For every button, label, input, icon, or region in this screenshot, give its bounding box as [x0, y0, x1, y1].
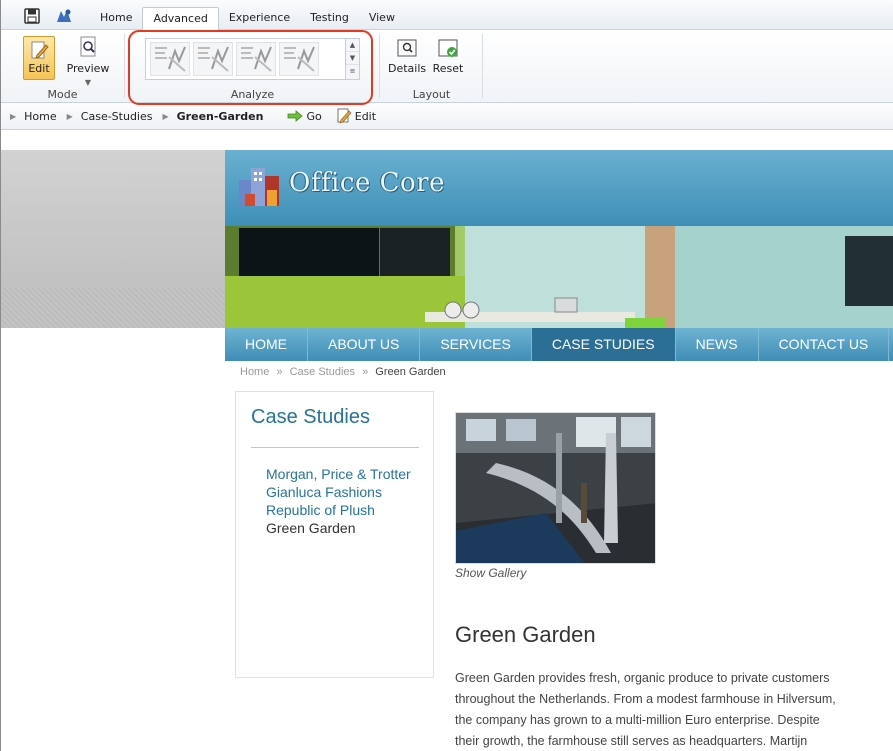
tab-home[interactable]: Home: [90, 7, 142, 30]
office-core-logo-icon: [239, 168, 279, 206]
edit-item-icon: [337, 108, 352, 124]
analyze-thumbnail-3[interactable]: [236, 42, 276, 76]
crumb-case-studies[interactable]: Case-Studies: [81, 110, 153, 123]
body-line: Green Garden provides fresh, organic pro…: [455, 671, 830, 685]
nav-contact-us[interactable]: CONTACT US: [759, 328, 890, 361]
site-main-nav: HOME ABOUT US SERVICES CASE STUDIES NEWS…: [225, 328, 893, 361]
edit-pencil-icon: [29, 40, 49, 60]
nav-services[interactable]: SERVICES: [420, 328, 532, 361]
go-button[interactable]: Go: [287, 109, 322, 123]
site-breadcrumb: Home » Case Studies » Green Garden: [240, 366, 446, 378]
analyze-group: ▲ ▼ ≡ Analyze: [125, 30, 380, 103]
gallery-expand-icon[interactable]: ≡: [346, 65, 359, 78]
edit-label: Edit: [28, 62, 50, 75]
details-magnifier-icon: [396, 36, 418, 60]
edit-mode-button[interactable]: Edit: [23, 36, 55, 80]
mode-group-label: Mode: [47, 88, 78, 101]
sidebar-list: Morgan, Price & Trotter Gianluca Fashion…: [266, 465, 411, 537]
reset-check-icon: [437, 36, 459, 60]
go-arrow-icon: [288, 110, 304, 122]
gallery-scroll-down-icon[interactable]: ▼: [346, 52, 359, 65]
preview-mode-button[interactable]: Preview ▼: [62, 36, 114, 88]
site-bc-home[interactable]: Home: [240, 366, 269, 378]
sidebar-divider: [251, 447, 419, 448]
preview-label: Preview: [66, 62, 110, 75]
page-title: Green Garden: [455, 622, 596, 647]
layout-group-label: Layout: [412, 88, 451, 101]
gallery-scrollbar[interactable]: ▲ ▼ ≡: [345, 39, 359, 79]
edit-item-label: Edit: [354, 109, 377, 123]
body-line: throughout the Netherlands. From a modes…: [455, 692, 836, 706]
analyze-thumbnail-1[interactable]: [150, 42, 190, 76]
go-label: Go: [306, 109, 322, 123]
details-button[interactable]: Details: [388, 36, 426, 75]
crumb-arrow-icon: ▶: [66, 111, 73, 121]
sidebar-item-gianluca-fashions[interactable]: Gianluca Fashions: [266, 483, 411, 501]
analyze-gallery[interactable]: ▲ ▼ ≡: [145, 38, 360, 80]
site-bc-case-studies[interactable]: Case Studies: [290, 366, 355, 378]
sidebar-item-green-garden: Green Garden: [266, 520, 356, 536]
sitecore-logo-icon[interactable]: [55, 8, 71, 24]
tab-experience[interactable]: Experience: [219, 7, 300, 30]
tab-view[interactable]: View: [359, 7, 405, 30]
nav-news[interactable]: NEWS: [676, 328, 759, 361]
layout-group: Details Reset Layout: [380, 30, 483, 103]
nav-case-studies[interactable]: CASE STUDIES: [531, 328, 676, 361]
nav-home[interactable]: HOME: [225, 328, 308, 361]
analyze-group-label: Analyze: [230, 88, 275, 101]
chevron-down-icon: ▼: [84, 78, 92, 87]
case-study-photo[interactable]: [455, 412, 656, 564]
body-line: their growth, the farmhouse still serves…: [455, 734, 808, 748]
save-icon[interactable]: [24, 8, 40, 24]
gallery-scroll-up-icon[interactable]: ▲: [346, 39, 359, 52]
nav-about-us[interactable]: ABOUT US: [308, 328, 421, 361]
case-studies-sidebar: Case Studies Morgan, Price & Trotter Gia…: [235, 391, 434, 678]
sidebar-item-morgan-price-trotter[interactable]: Morgan, Price & Trotter: [266, 465, 411, 483]
ribbon-tab-strip: Home Advanced Experience Testing View: [0, 0, 893, 31]
crumb-arrow-icon: ▶: [162, 111, 169, 121]
crumb-arrow-icon: ▶: [10, 111, 17, 121]
group-divider: [482, 34, 483, 98]
edit-item-button[interactable]: Edit: [336, 108, 376, 124]
site-bc-separator: »: [276, 366, 283, 378]
preview-magnifier-icon: [77, 36, 99, 60]
crumb-green-garden[interactable]: Green-Garden: [177, 110, 264, 123]
window-frame-edge: [0, 0, 1, 751]
tab-testing[interactable]: Testing: [300, 7, 359, 30]
case-study-body: Green Garden provides fresh, organic pro…: [455, 668, 893, 751]
site-bc-separator: »: [362, 366, 369, 378]
ribbon-tabs: Home Advanced Experience Testing View: [90, 7, 405, 31]
header-banner-image: [225, 226, 893, 328]
details-label: Details: [388, 62, 427, 75]
mode-group: Edit Preview ▼ Mode: [0, 30, 125, 103]
tab-advanced[interactable]: Advanced: [142, 7, 219, 31]
site-logo[interactable]: Office Core: [289, 168, 445, 198]
sidebar-item-republic-of-plush[interactable]: Republic of Plush: [266, 501, 411, 519]
reset-label: Reset: [432, 62, 464, 75]
show-gallery-link[interactable]: Show Gallery: [455, 566, 526, 580]
page-background-left: [0, 150, 225, 328]
reset-button[interactable]: Reset: [430, 36, 466, 75]
crumb-home[interactable]: Home: [24, 110, 56, 123]
sidebar-title: Case Studies: [251, 406, 370, 428]
analyze-thumbnail-2[interactable]: [193, 42, 233, 76]
analyze-thumbnail-4[interactable]: [279, 42, 319, 76]
site-bc-current: Green Garden: [375, 366, 446, 378]
site-header: Office Core: [225, 150, 893, 226]
content-breadcrumb-bar: ▶ Home ▶ Case-Studies ▶ Green-Garden Go …: [0, 103, 893, 130]
body-line: the company has grown to a multi-million…: [455, 713, 820, 727]
ribbon: Edit Preview ▼ Mode ▲ ▼ ≡ Analyze Detail…: [0, 30, 893, 103]
